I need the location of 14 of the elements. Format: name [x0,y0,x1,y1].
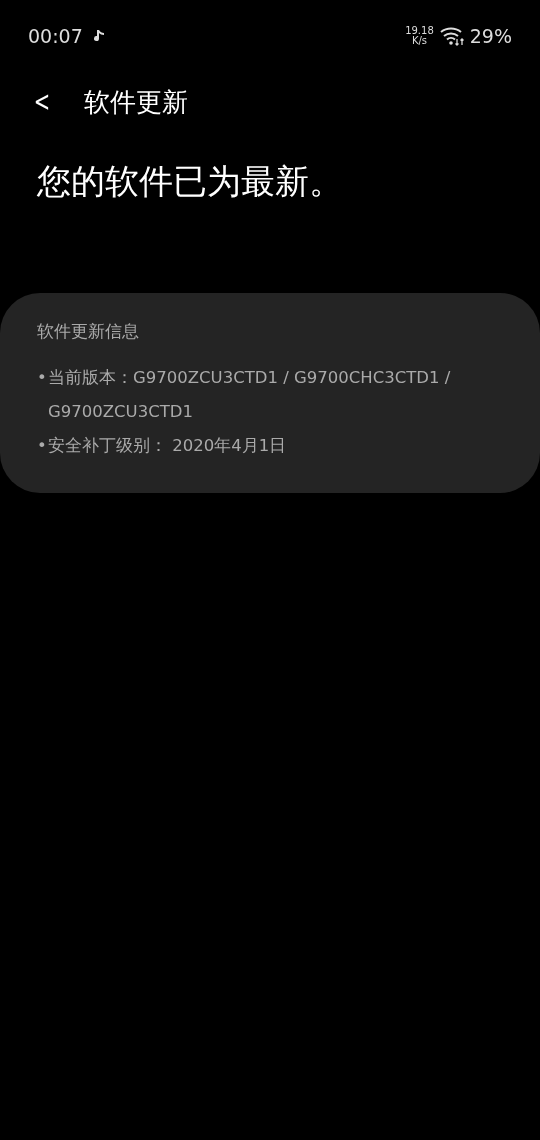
info-item: 当前版本：G9700ZCU3CTD1 / G9700CHC3CTD1 / G9700ZCU3CTD1 [48,366,452,423]
battery-percent: 29% [469,23,512,49]
bullet: • [37,434,48,457]
wifi-icon [439,25,466,47]
music-note-icon [92,29,105,43]
clock: 00:07 [28,23,83,49]
page-title: 软件更新 [84,85,188,119]
back-button[interactable]: < [33,88,51,116]
net-speed-value: 19.18 [405,26,434,36]
bullet: • [37,366,48,389]
card-title: 软件更新信息 [37,320,140,343]
net-speed-unit: K/s [411,36,427,46]
info-item: 安全补丁级别： 2020年4月1日 [48,434,287,457]
status-headline: 您的软件已为最新。 [36,160,344,203]
